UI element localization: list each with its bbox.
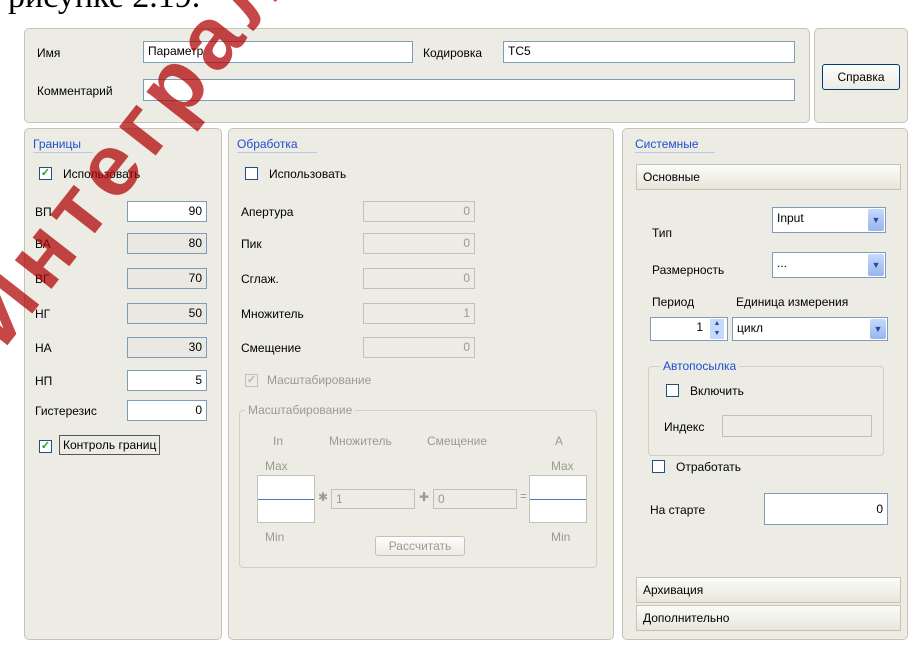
- limit-input-va[interactable]: 80: [127, 233, 207, 254]
- processing-use-checkbox[interactable]: [245, 167, 258, 180]
- offset-label: Смещение: [241, 341, 302, 355]
- limit-input-ng[interactable]: 50: [127, 303, 207, 324]
- encoding-input[interactable]: TC5: [503, 41, 795, 63]
- control-limits-label: Контроль границ: [59, 435, 161, 455]
- plus-sign: ✚: [419, 490, 430, 504]
- scaling-in-divider: [258, 499, 314, 500]
- limit-label-vg: ВГ: [35, 272, 50, 286]
- period-spinner-down-icon[interactable]: ▼: [710, 329, 724, 339]
- dimension-select-value: ...: [777, 256, 788, 270]
- limit-input-vp[interactable]: 90: [127, 201, 207, 222]
- system-title: Системные: [635, 137, 699, 151]
- equals-sign: =: [520, 489, 528, 503]
- autosend-group-title: Автопосылка: [660, 359, 740, 373]
- limits-use-label: Использовать: [63, 167, 141, 181]
- scaling-a-min-label: Min: [551, 530, 571, 544]
- process-checkbox[interactable]: [652, 460, 665, 473]
- unit-select[interactable]: цикл ▼: [732, 317, 888, 341]
- top-panel: Имя Параметр Кодировка TC5 Комментарий: [24, 28, 810, 123]
- index-label: Индекс: [664, 420, 705, 434]
- scaling-offset-input[interactable]: 0: [433, 489, 517, 509]
- chevron-down-icon[interactable]: ▼: [870, 319, 886, 339]
- scaling-checkbox[interactable]: ✓: [245, 374, 258, 387]
- type-select[interactable]: Input ▼: [772, 207, 886, 233]
- scaling-col-multiplier: Множитель: [329, 434, 392, 448]
- offset-input[interactable]: 0: [363, 337, 475, 358]
- scaling-a-box: [529, 475, 587, 523]
- scaling-in-box: [257, 475, 315, 523]
- limit-label-vp: ВП: [35, 205, 52, 219]
- document-heading-fragment: рисунке 2.19.: [8, 0, 200, 16]
- limit-input-vg[interactable]: 70: [127, 268, 207, 289]
- multiplier-input[interactable]: 1: [363, 303, 475, 324]
- dimension-select[interactable]: ... ▼: [772, 252, 886, 278]
- smoothing-input[interactable]: 0: [363, 268, 475, 289]
- encoding-label: Кодировка: [423, 46, 483, 60]
- index-input[interactable]: [722, 415, 872, 437]
- aperture-input[interactable]: 0: [363, 201, 475, 222]
- scaling-group-title: Масштабирование: [245, 403, 356, 417]
- processing-title: Обработка: [237, 137, 298, 151]
- archiving-section-header[interactable]: Архивация: [636, 577, 901, 603]
- scaling-a-divider: [530, 499, 586, 500]
- scaling-a-max-label: Max: [551, 459, 574, 473]
- calculate-button[interactable]: Рассчитать: [375, 536, 465, 556]
- aperture-label: Апертура: [241, 205, 294, 219]
- scaling-col-in: In: [273, 434, 284, 448]
- help-panel: Справка: [814, 28, 908, 123]
- limit-label-va: ВА: [35, 237, 51, 251]
- type-select-value: Input: [777, 211, 804, 225]
- period-value: 1: [696, 320, 703, 334]
- hysteresis-input[interactable]: 0: [127, 400, 207, 421]
- scaling-col-offset: Смещение: [427, 434, 488, 448]
- system-title-underline: [635, 152, 715, 153]
- limit-input-na[interactable]: 30: [127, 337, 207, 358]
- limit-label-ng: НГ: [35, 307, 51, 321]
- scaling-in-min-label: Min: [265, 530, 285, 544]
- type-label: Тип: [652, 226, 673, 240]
- smoothing-label: Сглаж.: [241, 272, 279, 286]
- basic-section-header[interactable]: Основные: [636, 164, 901, 190]
- processing-panel: Обработка Использовать Апертура 0 Пик 0 …: [228, 128, 614, 640]
- on-start-label: На старте: [650, 503, 706, 517]
- unit-select-value: цикл: [737, 321, 763, 335]
- period-spinner-up-icon[interactable]: ▲: [710, 319, 724, 329]
- limit-label-na: НА: [35, 341, 52, 355]
- enable-checkbox[interactable]: [666, 384, 679, 397]
- enable-label: Включить: [690, 384, 744, 398]
- scaling-multiplier-input[interactable]: 1: [331, 489, 415, 509]
- control-limits-checkbox[interactable]: ✓: [39, 440, 52, 453]
- limits-use-checkbox[interactable]: ✓: [39, 167, 52, 180]
- autosend-group: [648, 366, 884, 456]
- processing-title-underline: [237, 152, 317, 153]
- period-label: Период: [652, 295, 695, 309]
- limits-title-underline: [33, 152, 93, 153]
- scaling-col-a: A: [555, 434, 564, 448]
- name-input[interactable]: Параметр: [143, 41, 413, 63]
- processing-use-label: Использовать: [269, 167, 347, 181]
- unit-label: Единица измерения: [736, 295, 849, 309]
- scaling-in-max-label: Max: [265, 459, 288, 473]
- name-label: Имя: [37, 46, 61, 60]
- additional-section-header[interactable]: Дополнительно: [636, 605, 901, 631]
- help-button[interactable]: Справка: [822, 64, 900, 90]
- peak-input[interactable]: 0: [363, 233, 475, 254]
- times-sign: ✱: [318, 490, 329, 504]
- comment-label: Комментарий: [37, 84, 113, 98]
- peak-label: Пик: [241, 237, 262, 251]
- chevron-down-icon[interactable]: ▼: [868, 209, 884, 231]
- scaling-checkbox-label: Масштабирование: [267, 373, 372, 387]
- dimension-label: Размерность: [652, 263, 725, 277]
- multiplier-label: Множитель: [241, 307, 304, 321]
- limits-panel: Границы ✓ Использовать ВП 90 ВА 80 ВГ 70…: [24, 128, 222, 640]
- limit-label-np: НП: [35, 374, 53, 388]
- on-start-input[interactable]: 0: [764, 493, 888, 525]
- comment-input[interactable]: [143, 79, 795, 101]
- chevron-down-icon[interactable]: ▼: [868, 254, 884, 276]
- limits-title: Границы: [33, 137, 81, 151]
- limit-input-np[interactable]: 5: [127, 370, 207, 391]
- hysteresis-label: Гистерезис: [35, 404, 97, 418]
- process-label: Отработать: [676, 460, 741, 474]
